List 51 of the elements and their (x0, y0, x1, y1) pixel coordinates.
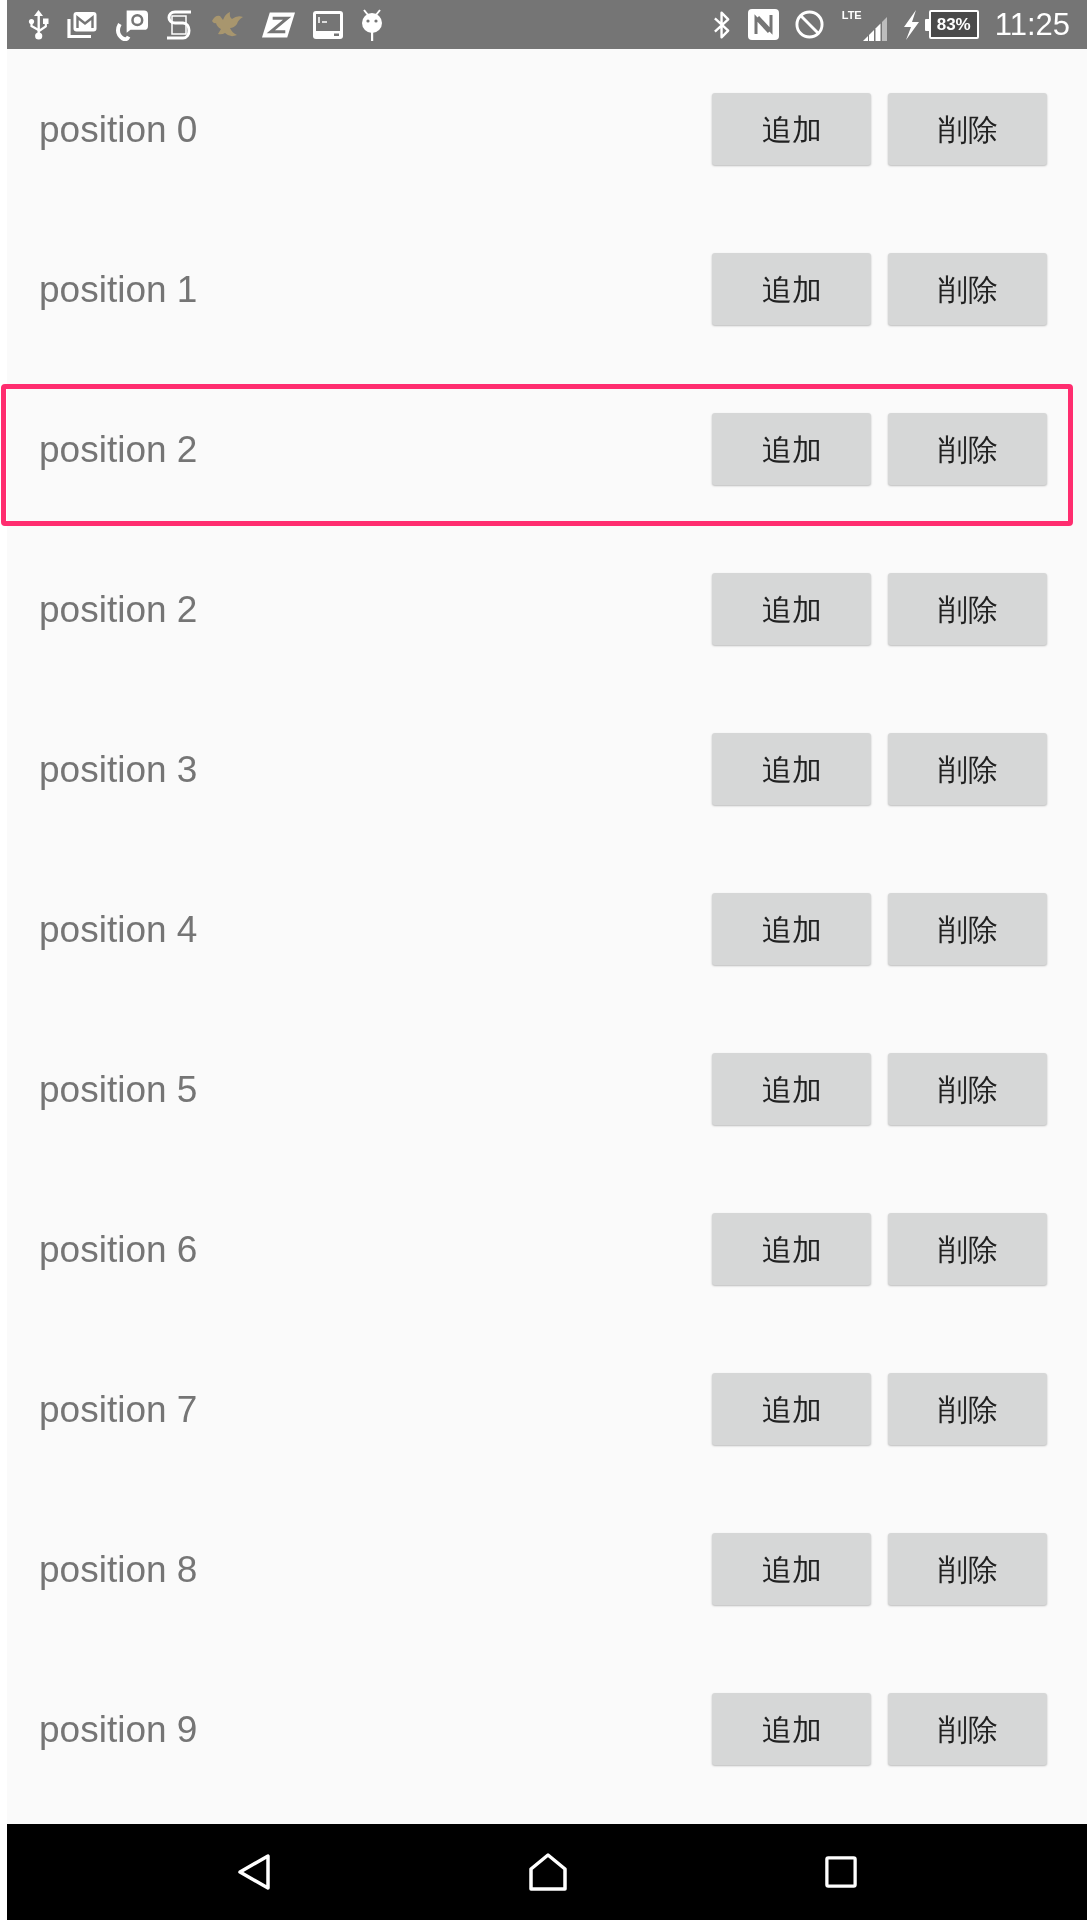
robot-icon (361, 8, 383, 41)
z-tile-icon (262, 10, 295, 39)
terminal-icon (313, 10, 343, 39)
add-button[interactable]: 追加 (712, 253, 871, 325)
position-label: position 4 (39, 910, 198, 948)
delete-button[interactable]: 削除 (888, 573, 1047, 645)
delete-button[interactable]: 削除 (888, 253, 1047, 325)
delete-button[interactable]: 削除 (888, 93, 1047, 165)
add-button[interactable]: 追加 (712, 893, 871, 965)
position-label: position 5 (39, 1070, 198, 1108)
position-label: position 2 (39, 590, 198, 628)
delete-button[interactable]: 削除 (888, 1213, 1047, 1285)
delete-button[interactable]: 削除 (888, 1693, 1047, 1765)
position-label: position 7 (39, 1390, 198, 1428)
home-icon[interactable] (529, 1853, 567, 1891)
add-button[interactable]: 追加 (712, 1213, 871, 1285)
mail-icon (67, 10, 97, 39)
add-button[interactable]: 追加 (712, 1693, 871, 1765)
s-shape-icon (166, 9, 192, 40)
delete-button[interactable]: 削除 (888, 733, 1047, 805)
nfc-icon (747, 9, 779, 40)
chat-bubble-icon (115, 8, 148, 41)
add-button[interactable]: 追加 (712, 1533, 871, 1605)
battery-percent: 83% (936, 16, 971, 33)
add-button[interactable]: 追加 (712, 573, 871, 645)
charging-icon (901, 9, 920, 40)
do-not-disturb-icon (794, 10, 824, 39)
add-button[interactable]: 追加 (712, 413, 871, 485)
add-button[interactable]: 追加 (712, 1053, 871, 1125)
delete-button[interactable]: 削除 (888, 1053, 1047, 1125)
back-icon[interactable] (237, 1854, 271, 1890)
position-label: position 8 (39, 1550, 198, 1588)
winged-creature-icon (210, 10, 244, 39)
delete-button[interactable]: 削除 (888, 1533, 1047, 1605)
position-label: position 6 (39, 1230, 198, 1268)
delete-button[interactable]: 削除 (888, 893, 1047, 965)
position-label: position 2 (39, 430, 198, 468)
usb-icon (28, 9, 49, 40)
position-label: position 1 (39, 270, 198, 308)
add-button[interactable]: 追加 (712, 1373, 871, 1445)
delete-button[interactable]: 削除 (888, 1373, 1047, 1445)
bluetooth-icon (712, 9, 732, 40)
position-label: position 0 (39, 110, 198, 148)
add-button[interactable]: 追加 (712, 93, 871, 165)
status-time: 11:25 (994, 9, 1070, 40)
add-button[interactable]: 追加 (712, 733, 871, 805)
position-label: position 9 (39, 1710, 198, 1748)
position-label: position 3 (39, 750, 198, 788)
network-type-label: LTE (841, 8, 862, 21)
delete-button[interactable]: 削除 (888, 413, 1047, 485)
recents-icon[interactable] (825, 1856, 857, 1888)
